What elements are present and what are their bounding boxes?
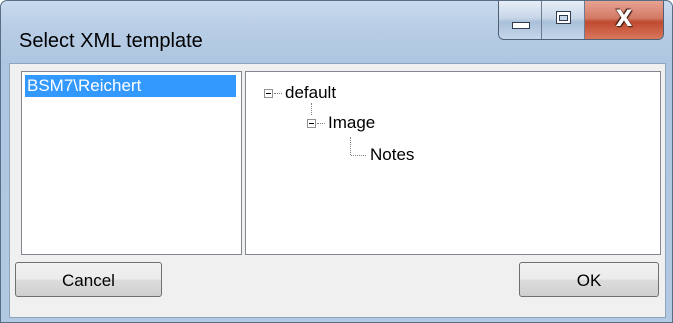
tree-node-image[interactable]: Image xyxy=(328,113,375,133)
user-list[interactable]: BSM7\Reichert xyxy=(21,71,242,255)
collapse-icon[interactable] xyxy=(264,89,273,98)
caption-buttons: X xyxy=(498,1,664,40)
dialog-window: Select XML template X BSM7\Reichert defa… xyxy=(0,0,673,323)
ok-button[interactable]: OK xyxy=(519,262,659,297)
close-icon: X xyxy=(615,7,633,32)
tree-node-notes[interactable]: Notes xyxy=(370,145,414,165)
collapse-icon[interactable] xyxy=(307,119,316,128)
minimize-icon xyxy=(512,22,530,29)
title-bar[interactable]: Select XML template X xyxy=(1,1,672,63)
tree-connector xyxy=(274,93,282,95)
tree-connector xyxy=(350,137,352,155)
list-item[interactable]: BSM7\Reichert xyxy=(25,75,236,97)
close-button[interactable]: X xyxy=(585,1,663,39)
tree-connector xyxy=(317,123,325,125)
minimize-button[interactable] xyxy=(499,1,542,39)
window-title: Select XML template xyxy=(19,30,203,52)
dialog-content: BSM7\Reichert default Image Notes Cancel… xyxy=(9,63,666,318)
maximize-icon xyxy=(556,11,571,24)
maximize-button[interactable] xyxy=(542,1,585,39)
tree-connector xyxy=(351,155,366,157)
template-tree[interactable]: default Image Notes xyxy=(245,71,661,255)
cancel-button[interactable]: Cancel xyxy=(15,262,162,297)
tree-node-default[interactable]: default xyxy=(285,83,336,103)
tree-connector xyxy=(311,103,313,115)
